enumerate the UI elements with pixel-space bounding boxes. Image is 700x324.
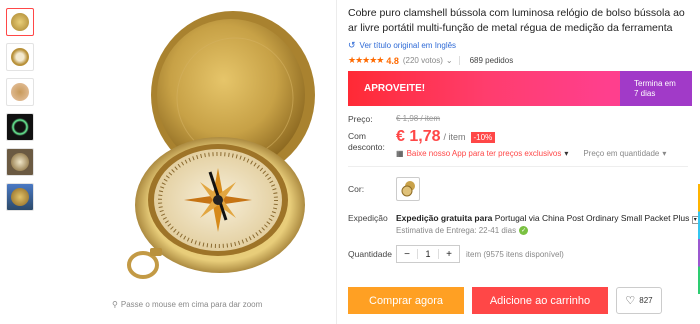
promo-countdown: Termina em 7 dias: [620, 71, 692, 106]
promo-label: APROVEITE!: [364, 83, 426, 94]
thumbnail-1[interactable]: [6, 8, 34, 36]
decrement-button[interactable]: −: [397, 249, 417, 260]
zoom-hint: ⚲ Passe o mouse em cima para dar zoom: [112, 300, 263, 309]
translate-icon: ↺: [348, 40, 356, 50]
thumbnail-6[interactable]: [6, 183, 34, 211]
add-to-cart-button[interactable]: Adicione ao carrinho: [472, 287, 608, 314]
delivery-estimate: Estimativa de Entrega: 22-41 dias ✓: [396, 226, 529, 235]
increment-button[interactable]: +: [439, 249, 459, 260]
wishlist-button[interactable]: ♡ 827: [616, 287, 662, 314]
divider: [348, 166, 688, 167]
price-row: Preço: € 1,98 / item: [348, 114, 441, 124]
thumbnail-2[interactable]: [6, 43, 34, 71]
product-image[interactable]: [55, 0, 325, 300]
star-rating-icon: ★★★★★: [348, 55, 384, 65]
buy-now-button[interactable]: Comprar agora: [348, 287, 464, 314]
shipping-info[interactable]: Expedição gratuita para Portugal via Chi…: [396, 213, 699, 224]
translate-link[interactable]: ↺ Ver título original em Inglês: [348, 40, 700, 51]
thumbnail-3[interactable]: [6, 78, 34, 106]
divider: [336, 0, 337, 324]
rating-value: 4.8: [386, 55, 399, 66]
check-icon: ✓: [519, 226, 529, 235]
quantity-row: Quantidade − 1 + item (9575 itens dispon…: [348, 245, 700, 263]
thumbnail-list: [6, 8, 36, 218]
chevron-down-icon: ▾: [564, 149, 569, 158]
bulk-price-link[interactable]: Preço em quantidade: [583, 149, 659, 158]
discount-price-row: Com desconto: € 1,78 / item -10% ▦ Baixe…: [348, 128, 667, 158]
color-row: Cor:: [348, 177, 700, 201]
product-title: Cobre puro clamshell bússola com luminos…: [348, 7, 685, 34]
app-offer[interactable]: ▦ Baixe nosso App para ter preços exclus…: [396, 149, 666, 158]
promo-banner: APROVEITE! Termina em 7 dias: [348, 71, 692, 106]
magnifier-icon: ⚲: [112, 300, 118, 309]
quantity-input[interactable]: 1: [417, 249, 439, 259]
compass-swatch-icon: [401, 181, 415, 197]
qr-code-icon: ▦: [396, 149, 404, 158]
chevron-down-icon: ▾: [662, 149, 667, 158]
thumbnail-4[interactable]: [6, 113, 34, 141]
discount-badge: -10%: [470, 131, 496, 143]
action-buttons: Comprar agora Adicione ao carrinho ♡ 827: [348, 287, 662, 314]
separator: [458, 56, 460, 65]
stock-info: item (9575 itens disponível): [466, 249, 564, 259]
heart-icon: ♡: [625, 295, 636, 307]
product-info: Cobre puro clamshell bússola com luminos…: [348, 6, 700, 263]
thumbnail-5[interactable]: [6, 148, 34, 176]
color-option[interactable]: [396, 177, 420, 201]
original-price: € 1,98 / item: [396, 114, 441, 123]
chevron-down-icon: ⌄: [445, 56, 453, 65]
quantity-stepper: − 1 +: [396, 245, 460, 263]
current-price: € 1,78: [396, 128, 441, 145]
votes-link[interactable]: (220 votos): [403, 56, 443, 65]
shipping-row: Expedição Expedição gratuita para Portug…: [348, 213, 699, 235]
rating-row: ★★★★★ 4.8 (220 votos) ⌄ 689 pedidos: [348, 55, 700, 66]
orders-count: 689 pedidos: [469, 56, 514, 65]
